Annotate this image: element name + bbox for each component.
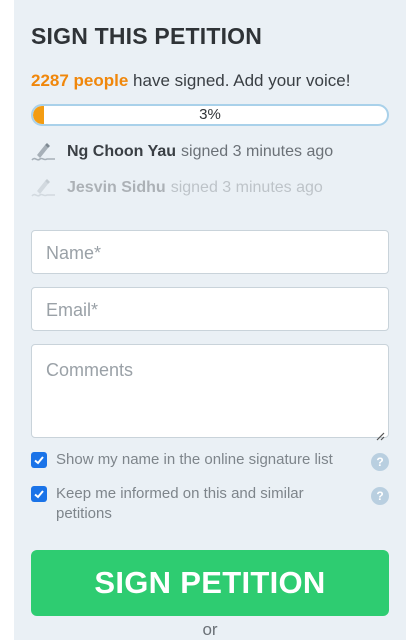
comments-field[interactable]: Comments (31, 344, 389, 441)
resize-grip-icon[interactable] (375, 424, 385, 441)
question-circle-icon[interactable]: ? (371, 453, 389, 471)
progress-percent: 3% (199, 106, 221, 123)
keep-informed-option[interactable]: Keep me informed on this and similar pet… (31, 484, 389, 526)
signature-count: 2287 people (31, 71, 129, 90)
show-name-checkbox[interactable] (31, 452, 47, 468)
signature-count-suffix: have signed. Add your voice! (128, 71, 351, 90)
signer-name: Ng Choon Yau (67, 143, 177, 160)
keep-informed-label: Keep me informed on this and similar pet… (56, 485, 304, 522)
signature-pen-icon (31, 177, 59, 199)
signer-time: signed 3 minutes ago (170, 179, 323, 196)
signature-pen-icon (31, 141, 59, 163)
signer-time: signed 3 minutes ago (181, 143, 334, 160)
petition-panel: SIGN THIS PETITION 2287 people have sign… (14, 0, 406, 640)
sign-petition-button[interactable]: SIGN PETITION (31, 550, 389, 616)
signer-name: Jesvin Sidhu (67, 179, 166, 196)
signature-count-line: 2287 people have signed. Add your voice! (31, 70, 389, 92)
question-circle-icon[interactable]: ? (371, 487, 389, 505)
recent-signer-row: Jesvin Sidhu signed 3 minutes ago (31, 176, 389, 200)
keep-informed-checkbox[interactable] (31, 486, 47, 502)
signature-progress-bar: 3% (31, 104, 389, 126)
or-separator: or (202, 620, 218, 639)
petition-title: SIGN THIS PETITION (31, 23, 263, 49)
name-field[interactable]: Name* (31, 230, 389, 274)
check-icon (34, 456, 44, 465)
show-name-option[interactable]: Show my name in the online signature lis… (31, 450, 389, 474)
recent-signer-row: Ng Choon Yau signed 3 minutes ago (31, 140, 389, 164)
show-name-label: Show my name in the online signature lis… (56, 451, 333, 468)
email-field[interactable]: Email* (31, 287, 389, 331)
comments-placeholder: Comments (46, 360, 134, 380)
check-icon (34, 490, 44, 499)
